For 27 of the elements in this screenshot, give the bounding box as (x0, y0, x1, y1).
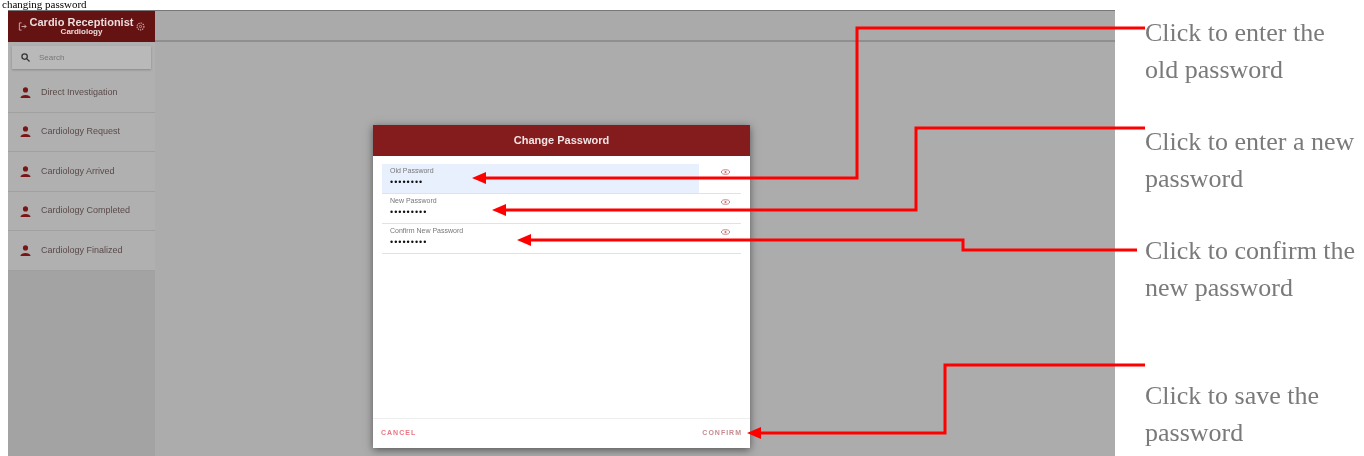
app-subtitle: Cardiology (60, 28, 103, 36)
document-heading: changing password (2, 0, 87, 10)
person-icon (20, 166, 31, 177)
logout-icon[interactable] (17, 22, 27, 31)
eye-icon[interactable] (721, 199, 730, 205)
sidebar-item[interactable]: Cardiology Completed (8, 191, 155, 232)
annotation-text: Click to save the password (1145, 379, 1320, 449)
eye-icon[interactable] (721, 169, 730, 175)
sidebar-item[interactable]: Cardiology Arrived (8, 152, 155, 192)
person-icon (20, 245, 31, 257)
sidebar-item[interactable]: Cardiology Request (8, 112, 155, 153)
app-title: Cardio Receptionist (29, 17, 134, 28)
annotation-text: Click to confirm the new password (1145, 235, 1357, 304)
annotation-text: Click to enter a new password (1145, 126, 1356, 195)
annotation-text: Click to enter the old password (1145, 17, 1326, 86)
person-icon (20, 86, 31, 98)
settings-icon[interactable] (136, 22, 146, 31)
search-icon (21, 53, 30, 62)
person-icon (20, 126, 31, 138)
field-value: ••••••••• (390, 236, 429, 248)
sidebar-item[interactable]: Direct Investigation (8, 73, 155, 113)
person-icon (20, 205, 31, 217)
field-value: •••••••• (390, 176, 425, 188)
sidebar-item[interactable]: Cardiology Finalized (8, 231, 155, 271)
field-value: ••••••••• (390, 206, 429, 218)
eye-icon[interactable] (721, 229, 730, 235)
dialog-title: Change Password (513, 133, 610, 149)
